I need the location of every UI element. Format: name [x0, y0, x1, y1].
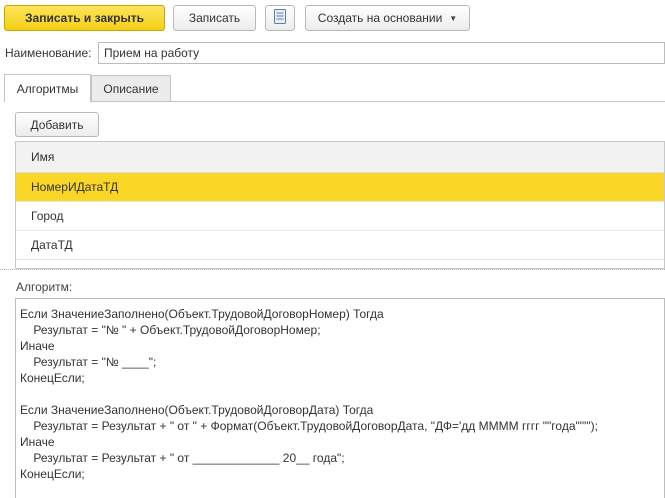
code-line: КонецЕсли; [20, 467, 85, 481]
algorithm-label: Алгоритм: [16, 280, 73, 294]
tab-algorithms[interactable]: Алгоритмы [4, 74, 91, 102]
table-row-partial[interactable] [16, 260, 664, 268]
code-line: Результат = "№ " + Объект.ТрудовойДогово… [20, 323, 321, 337]
column-header-name[interactable]: Имя [31, 150, 54, 164]
report-button[interactable] [265, 5, 295, 31]
name-field[interactable]: Прием на работу [98, 42, 665, 64]
table-row[interactable]: ДатаТД [16, 231, 664, 260]
code-line: Если ЗначениеЗаполнено(Объект.ТрудовойДо… [20, 403, 374, 417]
name-field-label: Наименование: [5, 46, 92, 60]
table-row[interactable]: НомерИДатаТД [16, 173, 664, 202]
code-line: Если ЗначениеЗаполнено(Объект.ТрудовойДо… [20, 307, 384, 321]
save-button[interactable]: Записать [173, 5, 256, 31]
algorithm-editor[interactable]: Если ЗначениеЗаполнено(Объект.ТрудовойДо… [15, 298, 665, 498]
code-line: Иначе [20, 339, 55, 353]
create-based-on-button[interactable]: Создать на основании ▼ [305, 5, 470, 31]
document-list-icon [274, 9, 286, 27]
create-based-on-label: Создать на основании [317, 11, 443, 25]
row-name: НомерИДатаТД [31, 180, 119, 194]
table-row[interactable]: Город [16, 202, 664, 231]
save-and-close-button[interactable]: Записать и закрыть [4, 5, 165, 31]
tab-divider [4, 101, 665, 102]
code-line: Результат = Результат + " от " + Формат(… [20, 419, 598, 433]
chevron-down-icon: ▼ [449, 13, 458, 23]
algorithms-table: Имя НомерИДатаТД Город ДатаТД [15, 141, 665, 269]
tab-description[interactable]: Описание [91, 75, 171, 102]
code-line: Результат = Результат + " от ___________… [20, 451, 345, 465]
code-line: Иначе [20, 435, 55, 449]
code-line: Результат = "№ ____"; [20, 355, 157, 369]
table-header: Имя [16, 142, 664, 173]
add-button[interactable]: Добавить [15, 112, 99, 137]
splitter[interactable] [0, 269, 665, 270]
row-name: ДатаТД [31, 238, 73, 252]
code-line: КонецЕсли; [20, 371, 85, 385]
row-name: Город [31, 209, 64, 223]
